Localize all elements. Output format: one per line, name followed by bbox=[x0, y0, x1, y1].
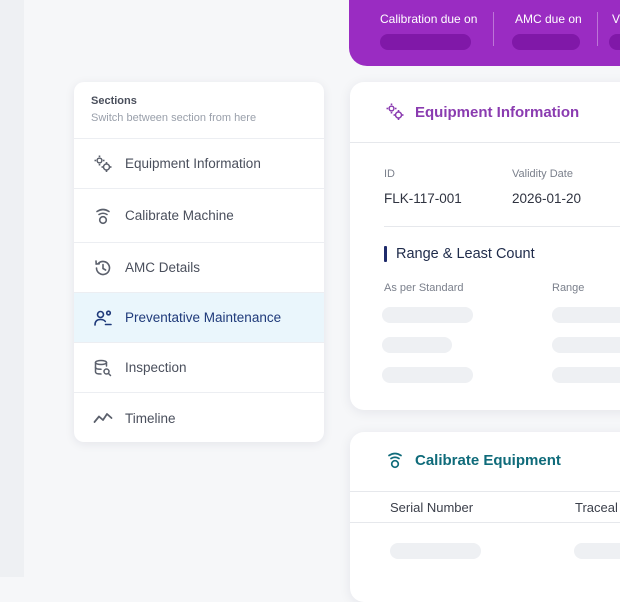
section-amc-details[interactable]: AMC Details bbox=[74, 243, 324, 293]
id-value: FLK-117-001 bbox=[384, 191, 462, 206]
sections-title: Sections bbox=[91, 95, 137, 107]
section-timeline[interactable]: Timeline bbox=[74, 393, 324, 442]
calibrate-card-title-row: Calibrate Equipment bbox=[385, 450, 561, 470]
timeline-icon bbox=[92, 407, 114, 429]
user-gear-icon bbox=[92, 307, 114, 329]
range-section-title: Range & Least Count bbox=[396, 246, 535, 262]
calibrate-icon bbox=[385, 450, 405, 470]
validity-date-label: Validity Date bbox=[512, 168, 573, 180]
divider bbox=[350, 522, 620, 523]
range-accent-bar bbox=[384, 246, 387, 262]
section-inspection[interactable]: Inspection bbox=[74, 343, 324, 393]
section-label: Inspection bbox=[125, 360, 187, 375]
equipment-information-card: Equipment Information ID FLK-117-001 Val… bbox=[350, 82, 620, 410]
placeholder-cell bbox=[574, 543, 620, 559]
gears-icon bbox=[92, 153, 114, 175]
gears-icon bbox=[385, 102, 405, 122]
section-label: Preventative Maintenance bbox=[125, 310, 282, 325]
left-rail bbox=[0, 0, 24, 577]
section-calibrate-machine[interactable]: Calibrate Machine bbox=[74, 189, 324, 243]
serial-number-header: Serial Number bbox=[390, 500, 474, 515]
placeholder-cell bbox=[552, 307, 620, 323]
validity-label: V bbox=[612, 12, 620, 26]
placeholder-cell bbox=[382, 307, 473, 323]
placeholder-cell bbox=[552, 337, 620, 353]
validity-value bbox=[609, 34, 620, 50]
amc-due-value bbox=[512, 34, 580, 50]
inspection-icon bbox=[92, 357, 114, 379]
sections-subtitle: Switch between section from here bbox=[91, 112, 257, 124]
placeholder-cell bbox=[382, 367, 473, 383]
id-label: ID bbox=[384, 168, 395, 180]
section-label: Equipment Information bbox=[125, 156, 261, 171]
calibrate-icon bbox=[92, 205, 114, 227]
validity-date-value: 2026-01-20 bbox=[512, 191, 582, 206]
section-equipment-information[interactable]: Equipment Information bbox=[74, 139, 324, 189]
divider bbox=[350, 491, 620, 492]
sections-panel: Sections Switch between section from her… bbox=[74, 82, 324, 442]
equipment-card-title: Equipment Information bbox=[415, 103, 580, 121]
placeholder-cell bbox=[382, 337, 452, 353]
section-label: AMC Details bbox=[125, 260, 201, 275]
calibration-due-label: Calibration due on bbox=[380, 12, 478, 26]
summary-banner: Calibration due on AMC due on V bbox=[349, 0, 620, 66]
amc-due-label: AMC due on bbox=[515, 12, 582, 26]
banner-divider bbox=[493, 12, 494, 46]
calibrate-card-title: Calibrate Equipment bbox=[415, 451, 561, 469]
banner-divider bbox=[597, 12, 598, 46]
placeholder-cell bbox=[552, 367, 620, 383]
history-icon bbox=[92, 257, 114, 279]
divider bbox=[350, 142, 620, 143]
equipment-card-title-row: Equipment Information bbox=[385, 102, 579, 122]
calibration-due-value bbox=[380, 34, 471, 50]
section-label: Calibrate Machine bbox=[125, 208, 234, 223]
section-preventative-maintenance[interactable]: Preventative Maintenance bbox=[74, 293, 324, 343]
sections-header: Sections Switch between section from her… bbox=[74, 82, 324, 139]
as-per-standard-header: As per Standard bbox=[384, 282, 464, 294]
traceability-header: Traceal bbox=[575, 500, 618, 515]
divider bbox=[384, 226, 620, 227]
section-label: Timeline bbox=[125, 410, 176, 426]
placeholder-cell bbox=[390, 543, 481, 559]
range-header: Range bbox=[552, 282, 585, 294]
